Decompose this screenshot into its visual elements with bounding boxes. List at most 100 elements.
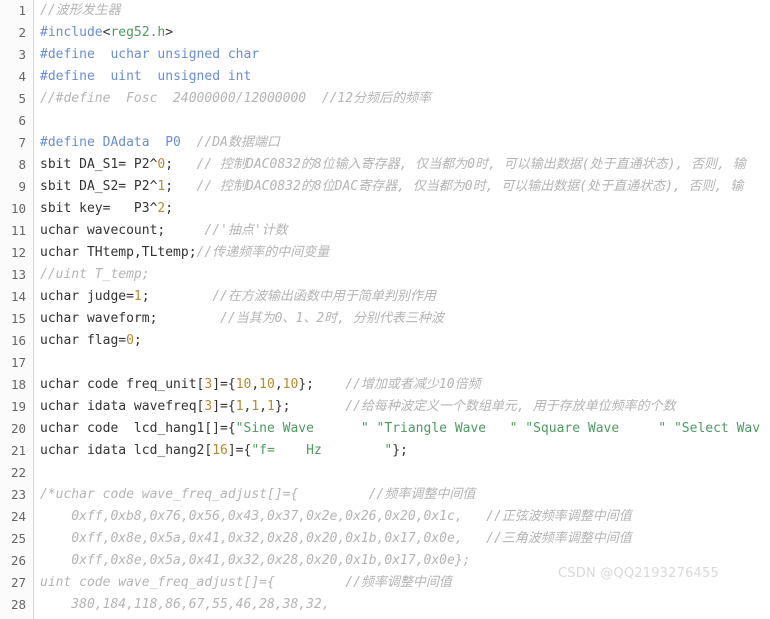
- code-text[interactable]: 0xff,0x8e,0x5a,0x41,0x32,0x28,0x20,0x1b,…: [40, 528, 632, 550]
- code-line[interactable]: 17: [0, 352, 770, 374]
- code-line[interactable]: 19 uchar idata wavefreq[3]={1,1,1}; //给每种…: [0, 396, 770, 418]
- code-line[interactable]: 1 //波形发生器: [0, 0, 770, 22]
- code-editor[interactable]: 1 //波形发生器 2 #include<reg52.h> 3 #define uchar…: [0, 0, 770, 619]
- code-line[interactable]: 18 uchar code freq_unit[3]={10,10,10}; //…: [0, 374, 770, 396]
- code-text[interactable]: uchar idata lcd_hang2[16]={"f= Hz "};: [40, 440, 408, 462]
- token-number: 10: [259, 377, 275, 392]
- code-text[interactable]: uint code wave_freq_adjust[]={ //频率调整中间值: [40, 572, 452, 594]
- token-comment: //DA数据端口: [196, 135, 280, 150]
- token-plain: ;: [165, 201, 174, 216]
- token-pre: P0: [165, 135, 181, 150]
- token-plain: uchar flag=: [40, 333, 127, 348]
- code-line[interactable]: 6: [0, 110, 770, 132]
- code-line[interactable]: 10 sbit key= P3^2;: [0, 198, 770, 220]
- code-text[interactable]: uchar code freq_unit[3]={10,10,10}; //增加…: [40, 374, 481, 396]
- code-line[interactable]: 20 uchar code lcd_hang1[]={"Sine Wave " "…: [0, 418, 770, 440]
- code-line[interactable]: 2 #include<reg52.h>: [0, 22, 770, 44]
- code-text[interactable]: #define DAdata P0 //DA数据端口: [40, 132, 280, 154]
- code-line[interactable]: 14 uchar judge=1; //在方波输出函数中用于简单判别作用: [0, 286, 770, 308]
- code-line[interactable]: 21 uchar idata lcd_hang2[16]={"f= Hz "};: [0, 440, 770, 462]
- line-number: 6: [18, 113, 26, 128]
- code-text[interactable]: uchar flag=0;: [40, 330, 142, 352]
- token-plain: sbit key= P3^: [40, 201, 158, 216]
- code-line[interactable]: 11 uchar wavecount; //'抽点'计数: [0, 220, 770, 242]
- code-text[interactable]: uchar THtemp,TLtemp;//传递频率的中间变量: [40, 242, 329, 264]
- code-line[interactable]: 12 uchar THtemp,TLtemp;//传递频率的中间变量: [0, 242, 770, 264]
- code-line[interactable]: 7 #define DAdata P0 //DA数据端口: [0, 132, 770, 154]
- token-plain: uchar idata wavefreq[: [40, 399, 205, 414]
- code-line[interactable]: 28 380,184,118,86,67,55,46,28,38,32,: [0, 594, 770, 616]
- code-text[interactable]: sbit DA_S2= P2^1; // 控制DAC0832的8位DAC寄存器,…: [40, 176, 743, 198]
- code-text[interactable]: /*uchar code wave_freq_adjust[]={ //频率调整…: [40, 484, 475, 506]
- token-plain: ;: [165, 157, 197, 172]
- line-number: 11: [10, 223, 26, 238]
- code-text[interactable]: uchar idata wavefreq[3]={1,1,1}; //给每种波定…: [40, 396, 676, 418]
- line-number: 15: [10, 311, 26, 326]
- code-line[interactable]: 3 #define uchar unsigned char: [0, 44, 770, 66]
- code-text[interactable]: uchar code lcd_hang1[]={"Sine Wave " "Tr…: [40, 418, 760, 440]
- token-string: "Sine Wave " "Triangle Wave " "Square Wa…: [235, 421, 761, 436]
- code-text[interactable]: #include<reg52.h>: [40, 22, 173, 44]
- token-plain: };: [298, 377, 314, 392]
- token-plain: ]={: [227, 443, 252, 458]
- code-line[interactable]: 8 sbit DA_S1= P2^0; // 控制DAC0832的8位输入寄存器,…: [0, 154, 770, 176]
- token-comment: 0xff,0x8e,0x5a,0x41,0x32,0x28,0x20,0x1b,…: [40, 553, 471, 568]
- code-text[interactable]: 0xff,0xb8,0x76,0x56,0x43,0x37,0x2e,0x26,…: [40, 506, 631, 528]
- code-text[interactable]: //uint T_temp;: [40, 264, 150, 286]
- line-number: 2: [18, 25, 26, 40]
- code-text[interactable]: #define uint unsigned int: [40, 66, 251, 88]
- token-plain: ;: [133, 333, 142, 348]
- code-line[interactable]: 24 0xff,0xb8,0x76,0x56,0x43,0x37,0x2e,0x…: [0, 506, 770, 528]
- csdn-watermark: CSDN @QQ2193276455: [558, 566, 719, 581]
- line-number: 7: [18, 135, 26, 150]
- line-number: 13: [10, 267, 26, 282]
- code-text[interactable]: #define uchar unsigned char: [40, 44, 259, 66]
- code-line[interactable]: 16 uchar flag=0;: [0, 330, 770, 352]
- code-line[interactable]: 25 0xff,0x8e,0x5a,0x41,0x32,0x28,0x20,0x…: [0, 528, 770, 550]
- code-text[interactable]: 0xff,0x8e,0x5a,0x41,0x32,0x28,0x20,0x1b,…: [40, 550, 470, 572]
- token-comment: 0xff,0x8e,0x5a,0x41,0x32,0x28,0x20,0x1b,…: [40, 531, 632, 546]
- code-line[interactable]: 4 #define uint unsigned int: [0, 66, 770, 88]
- token-comment: //在方波输出函数中用于简单判别作用: [212, 289, 436, 304]
- code-text[interactable]: uchar wavecount; //'抽点'计数: [40, 220, 288, 242]
- token-plain: sbit DA_S1= P2^: [40, 157, 158, 172]
- token-number: 1: [251, 399, 260, 414]
- code-text[interactable]: sbit DA_S1= P2^0; // 控制DAC0832的8位输入寄存器, …: [40, 154, 746, 176]
- code-line[interactable]: 13 //uint T_temp;: [0, 264, 770, 286]
- code-line[interactable]: 23 /*uchar code wave_freq_adjust[]={ //频率…: [0, 484, 770, 506]
- token-comment: uint code wave_freq_adjust[]={ //频率调整中间值: [40, 575, 452, 590]
- code-text[interactable]: uchar waveform; //当其为0、1、2时, 分别代表三种波: [40, 308, 444, 330]
- line-number: 12: [10, 245, 26, 260]
- token-plain: uchar code lcd_hang1[]={: [40, 421, 236, 436]
- token-comment: // 控制DAC0832的8位输入寄存器, 仅当都为0时, 可以输出数据(处于直…: [196, 157, 746, 172]
- code-text[interactable]: sbit key= P3^2;: [40, 198, 173, 220]
- line-number: 25: [10, 531, 26, 546]
- token-number: 10: [282, 377, 299, 392]
- line-number: 17: [10, 355, 26, 370]
- code-line[interactable]: 5 //#define Fosc 24000000/12000000 //12分频…: [0, 88, 770, 110]
- line-number: 19: [10, 399, 26, 414]
- token-plain: };: [274, 399, 291, 414]
- code-text[interactable]: 380,184,118,86,67,55,46,28,38,32,: [40, 594, 329, 616]
- line-number: 3: [18, 47, 26, 62]
- line-number: 1: [18, 3, 26, 18]
- code-line[interactable]: 15 uchar waveform; //当其为0、1、2时, 分别代表三种波: [0, 308, 770, 330]
- code-text[interactable]: //波形发生器: [40, 0, 121, 22]
- token-comment: //波形发生器: [40, 3, 121, 18]
- code-text[interactable]: //#define Fosc 24000000/12000000 //12分频后…: [40, 88, 431, 110]
- line-number: 16: [10, 333, 26, 348]
- token-plain: ]={: [212, 377, 236, 392]
- code-line[interactable]: 9 sbit DA_S2= P2^1; // 控制DAC0832的8位DAC寄存器…: [0, 176, 770, 198]
- code-text[interactable]: uchar judge=1; //在方波输出函数中用于简单判别作用: [40, 286, 436, 308]
- token-pre: #define: [40, 69, 95, 84]
- line-number: 23: [10, 487, 26, 502]
- code-line[interactable]: 22: [0, 462, 770, 484]
- token-plain: uchar THtemp,TLtemp;: [40, 245, 197, 260]
- code-content[interactable]: 1 //波形发生器 2 #include<reg52.h> 3 #define uchar…: [0, 0, 770, 616]
- token-plain: ,: [274, 377, 283, 392]
- line-number: 14: [10, 289, 26, 304]
- line-number: 27: [10, 575, 26, 590]
